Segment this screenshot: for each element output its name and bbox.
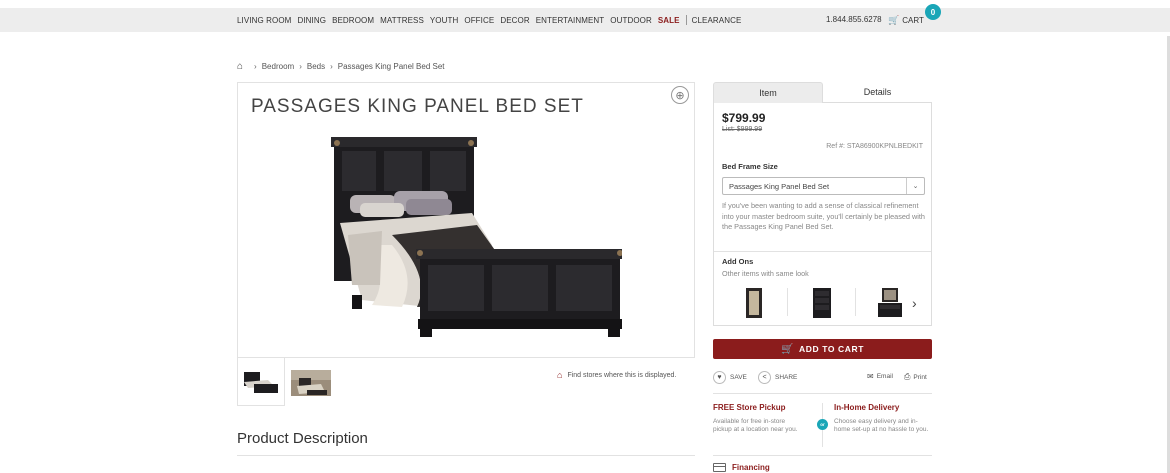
in-home-delivery-title[interactable]: In-Home Delivery: [834, 403, 899, 412]
print-button[interactable]: ⎙ Print: [904, 372, 927, 382]
divider: [713, 393, 932, 394]
email-label: Email: [876, 373, 893, 380]
chevron-right-icon[interactable]: ›: [912, 295, 917, 311]
nav-item-outdoor[interactable]: OUTDOOR: [610, 16, 652, 25]
or-badge: or: [817, 419, 828, 430]
addon-chest[interactable]: [806, 286, 838, 320]
nav-item-bedroom[interactable]: BEDROOM: [332, 16, 374, 25]
select-value: Passages King Panel Bed Set: [729, 181, 830, 191]
thumbnail-bed[interactable]: [237, 358, 285, 406]
addon-dresser[interactable]: [874, 286, 906, 320]
phone-number[interactable]: 1.844.855.6278: [826, 8, 882, 32]
breadcrumb-beds[interactable]: Beds: [307, 62, 325, 71]
list-price: List: $999.99: [722, 126, 763, 133]
nav-item-youth[interactable]: YOUTH: [430, 16, 459, 25]
item-info-panel: $799.99 List: $999.99 Ref #: STA86900KPN…: [713, 103, 932, 326]
main-nav: LIVING ROOM DINING BEDROOM MATTRESS YOUT…: [237, 8, 747, 32]
in-home-delivery-text: Choose easy delivery and in-home set-up …: [834, 418, 929, 434]
reference-number: Ref #: STA86900KPNLBEDKIT: [826, 143, 923, 150]
chevron-right-icon: ›: [330, 62, 333, 71]
price: $799.99: [722, 111, 766, 125]
divider: [237, 455, 695, 456]
store-pickup-text: Available for free in-store pickup at a …: [713, 418, 798, 434]
add-ons-subtitle: Other items with same look: [722, 269, 809, 278]
share-icon: <: [758, 371, 771, 384]
product-description-heading: Product Description: [237, 430, 368, 447]
home-icon[interactable]: ⌂: [237, 61, 243, 72]
divider: [713, 455, 932, 456]
find-stores-link[interactable]: ⌂ Find stores where this is displayed.: [557, 370, 676, 380]
financing-link[interactable]: Financing: [713, 463, 770, 472]
nav-item-sale[interactable]: SALE: [658, 16, 680, 25]
chevron-right-icon: ›: [254, 62, 257, 71]
thumbnail-room-scene[interactable]: [285, 358, 333, 406]
product-blurb: If you've been wanting to add a sense of…: [722, 201, 925, 231]
credit-card-icon: [713, 463, 726, 472]
financing-label: Financing: [732, 463, 770, 472]
breadcrumb-bedroom[interactable]: Bedroom: [262, 62, 294, 71]
chevron-right-icon: ›: [299, 62, 302, 71]
cart-icon: 🛒: [888, 14, 900, 25]
nav-item-office[interactable]: OFFICE: [464, 16, 494, 25]
top-nav-bar: LIVING ROOM DINING BEDROOM MATTRESS YOUT…: [0, 8, 1170, 32]
cart-label: CART: [902, 15, 924, 25]
tab-details[interactable]: Details: [823, 82, 932, 103]
share-label: SHARE: [775, 374, 798, 381]
email-button[interactable]: ✉ Email: [867, 372, 893, 381]
share-row: ♥ SAVE < SHARE ✉ Email ⎙ Print: [713, 371, 932, 385]
zoom-in-icon[interactable]: ⊕: [671, 86, 689, 104]
heart-icon: ♥: [713, 371, 726, 384]
nav-item-mattress[interactable]: MATTRESS: [380, 16, 424, 25]
find-stores-label: Find stores where this is displayed.: [567, 371, 677, 379]
nav-divider: [685, 15, 687, 25]
chevron-down-icon: ⌄: [906, 178, 924, 194]
bed-frame-size-select[interactable]: Passages King Panel Bed Set ⌄: [722, 177, 925, 195]
store-icon: ⌂: [557, 370, 563, 380]
cart-icon: 🛒: [780, 343, 795, 355]
add-ons-label: Add Ons: [722, 257, 754, 266]
product-tabs: Item Details: [713, 82, 932, 103]
printer-icon: ⎙: [904, 372, 911, 381]
nav-item-living-room[interactable]: LIVING ROOM: [237, 16, 291, 25]
divider: [714, 251, 931, 252]
product-image-panel: PASSAGES KING PANEL BED SET ⊕: [237, 82, 695, 358]
divider: [855, 288, 856, 316]
nav-item-clearance[interactable]: CLEARANCE: [692, 16, 742, 25]
add-to-cart-label: ADD TO CART: [799, 344, 865, 354]
breadcrumb: ⌂ › Bedroom › Beds › Passages King Panel…: [237, 61, 445, 72]
print-label: Print: [913, 373, 927, 381]
addon-mirror[interactable]: [738, 286, 770, 320]
bed-frame-size-label: Bed Frame Size: [722, 162, 778, 171]
nav-item-decor[interactable]: DECOR: [500, 16, 529, 25]
nav-item-dining[interactable]: DINING: [297, 16, 326, 25]
add-to-cart-button[interactable]: 🛒 ADD TO CART: [713, 339, 932, 359]
breadcrumb-current: Passages King Panel Bed Set: [337, 62, 445, 71]
cart-count-badge: 0: [925, 4, 941, 20]
product-title: PASSAGES KING PANEL BED SET: [251, 96, 584, 117]
bed-thumbnail-image: [244, 372, 278, 393]
envelope-icon: ✉: [867, 372, 874, 381]
nav-item-entertainment[interactable]: ENTERTAINMENT: [536, 16, 605, 25]
share-button[interactable]: < SHARE: [758, 371, 797, 384]
save-button[interactable]: ♥ SAVE: [713, 371, 747, 384]
save-label: SAVE: [730, 374, 747, 381]
product-image[interactable]: [322, 135, 622, 340]
room-thumbnail-image: [291, 370, 331, 396]
divider: [787, 288, 788, 316]
store-pickup-title[interactable]: FREE Store Pickup: [713, 403, 785, 412]
cart-link[interactable]: 🛒 CART: [888, 8, 924, 32]
tab-item[interactable]: Item: [713, 82, 823, 103]
